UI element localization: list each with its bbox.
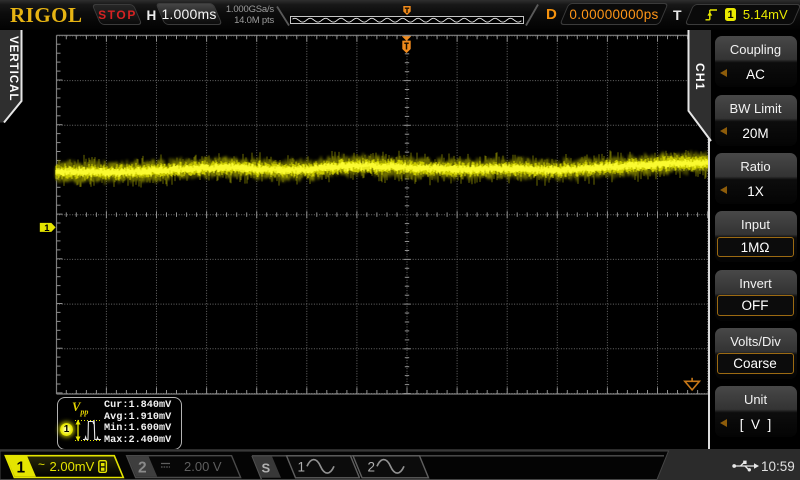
svg-text:2.00 V: 2.00 V bbox=[184, 459, 222, 474]
svg-text:~: ~ bbox=[38, 458, 45, 472]
svg-text:2: 2 bbox=[368, 460, 376, 475]
svg-text:1: 1 bbox=[298, 460, 306, 475]
svg-text:2.00mV: 2.00mV bbox=[50, 459, 95, 474]
svg-text:1: 1 bbox=[44, 223, 50, 234]
svg-text:2: 2 bbox=[138, 459, 147, 476]
svg-text:1: 1 bbox=[17, 459, 26, 476]
svg-text:S: S bbox=[262, 460, 271, 475]
